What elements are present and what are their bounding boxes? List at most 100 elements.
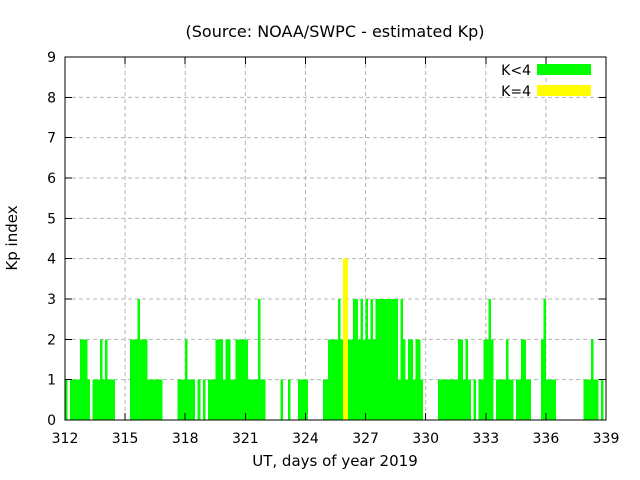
kp-bar bbox=[130, 339, 133, 420]
kp-bar bbox=[418, 339, 421, 420]
kp-bar bbox=[511, 380, 514, 420]
legend-label-k-lt-4: K<4 bbox=[501, 63, 531, 79]
chart-title: (Source: NOAA/SWPC - estimated Kp) bbox=[186, 22, 485, 41]
y-tick-label: 1 bbox=[47, 373, 56, 389]
kp-bar bbox=[255, 380, 258, 420]
kp-bar bbox=[70, 380, 73, 420]
kp-bar bbox=[85, 339, 88, 420]
kp-bar bbox=[498, 380, 501, 420]
x-tick-label: 318 bbox=[172, 431, 199, 447]
legend-label-k-eq-4: K=4 bbox=[501, 84, 531, 100]
kp-bar bbox=[280, 380, 283, 420]
y-tick-label: 5 bbox=[47, 211, 56, 227]
kp-bar bbox=[401, 299, 404, 420]
legend-swatch-k-lt-4 bbox=[537, 64, 591, 75]
kp-bar bbox=[333, 339, 336, 420]
kp-bar bbox=[591, 339, 594, 420]
kp-bar bbox=[185, 339, 188, 420]
y-tick-label: 7 bbox=[47, 131, 56, 147]
kp-bar bbox=[145, 339, 148, 420]
kp-bar bbox=[140, 339, 143, 420]
kp-bar bbox=[548, 380, 551, 420]
kp-bar bbox=[378, 299, 381, 420]
kp-bar bbox=[158, 380, 161, 420]
kp-bar bbox=[73, 380, 76, 420]
kp-bar bbox=[83, 339, 86, 420]
kp-bar bbox=[516, 380, 519, 420]
kp-bar bbox=[416, 339, 419, 420]
kp-bar bbox=[443, 380, 446, 420]
kp-bar bbox=[213, 380, 216, 420]
kp-bar bbox=[411, 339, 414, 420]
kp-bar bbox=[543, 299, 546, 420]
kp-bar bbox=[596, 380, 599, 420]
x-tick-label: 339 bbox=[593, 431, 620, 447]
kp-bar bbox=[528, 380, 531, 420]
kp-bar bbox=[108, 380, 111, 420]
kp-bar bbox=[95, 380, 98, 420]
kp-bar bbox=[361, 299, 364, 420]
y-tick-label: 2 bbox=[47, 332, 56, 348]
kp-bar bbox=[351, 339, 354, 420]
kp-bar bbox=[373, 339, 376, 420]
kp-bar bbox=[496, 380, 499, 420]
kp-bar bbox=[478, 380, 481, 420]
kp-bar bbox=[155, 380, 158, 420]
kp-bar bbox=[588, 380, 591, 420]
kp-bar bbox=[300, 380, 303, 420]
x-tick-label: 321 bbox=[232, 431, 259, 447]
kp-bar bbox=[461, 339, 464, 420]
kp-bar bbox=[133, 339, 136, 420]
kp-bar bbox=[193, 380, 196, 420]
kp-bar bbox=[386, 299, 389, 420]
kp-bar bbox=[113, 380, 116, 420]
kp-bar bbox=[243, 339, 246, 420]
kp-bar bbox=[448, 380, 451, 420]
kp-bar bbox=[518, 380, 521, 420]
kp-bar bbox=[138, 299, 141, 420]
kp-bar bbox=[180, 380, 183, 420]
kp-bar bbox=[220, 339, 223, 420]
kp-bar bbox=[508, 380, 511, 420]
kp-bar bbox=[93, 380, 96, 420]
kp-bar bbox=[481, 380, 484, 420]
kp-bar bbox=[551, 380, 554, 420]
y-tick-label: 4 bbox=[47, 252, 56, 268]
kp-bar bbox=[263, 380, 266, 420]
y-tick-label: 3 bbox=[47, 292, 56, 308]
kp-bar bbox=[413, 380, 416, 420]
y-tick-label: 8 bbox=[47, 90, 56, 106]
kp-bar bbox=[150, 380, 153, 420]
x-tick-label: 315 bbox=[112, 431, 139, 447]
kp-bar bbox=[526, 380, 529, 420]
kp-bar bbox=[105, 339, 108, 420]
kp-bar bbox=[438, 380, 441, 420]
kp-bar bbox=[248, 380, 251, 420]
kp-bar bbox=[78, 380, 81, 420]
kp-bar bbox=[328, 339, 331, 420]
kp-bar bbox=[391, 299, 394, 420]
kp-bar bbox=[258, 299, 261, 420]
kp-bar bbox=[98, 380, 101, 420]
kp-bar bbox=[363, 339, 366, 420]
kp-bar bbox=[245, 339, 248, 420]
kp-bar bbox=[421, 380, 424, 420]
kp-bar bbox=[253, 380, 256, 420]
x-tick-label: 312 bbox=[52, 431, 79, 447]
kp-bar bbox=[388, 299, 391, 420]
kp-bar bbox=[348, 339, 351, 420]
y-axis-label: Kp index bbox=[3, 205, 21, 270]
x-axis-label: UT, days of year 2019 bbox=[252, 452, 417, 470]
x-tick-label: 333 bbox=[472, 431, 499, 447]
kp-bar bbox=[583, 380, 586, 420]
kp-bar bbox=[218, 339, 221, 420]
kp-bar bbox=[223, 380, 226, 420]
kp-bar bbox=[208, 380, 211, 420]
kp-bar bbox=[396, 299, 399, 420]
kp-bar bbox=[358, 339, 361, 420]
y-tick-label: 9 bbox=[47, 50, 56, 66]
kp-bar bbox=[483, 339, 486, 420]
kp-bar bbox=[523, 339, 526, 420]
kp-bar bbox=[88, 380, 91, 420]
x-tick-label: 336 bbox=[533, 431, 560, 447]
